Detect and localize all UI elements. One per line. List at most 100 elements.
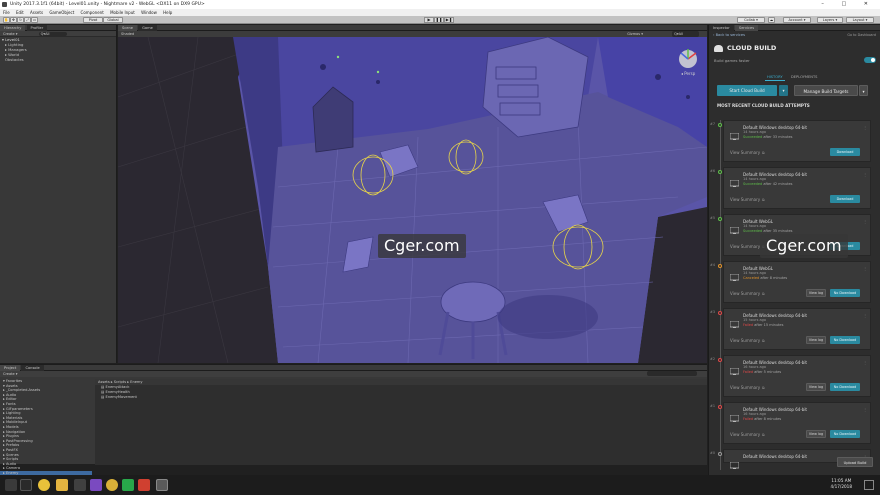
step-button[interactable]: ▶❚ xyxy=(444,17,454,23)
view-summary-link[interactable]: View Summary⧉ xyxy=(730,291,765,296)
menu-component[interactable]: Component xyxy=(81,10,104,15)
taskbar-date: 4/17/2018 xyxy=(830,484,852,489)
menu-file[interactable]: File xyxy=(3,10,10,15)
tab-deployments[interactable]: DEPLOYMENTS xyxy=(791,75,817,79)
tab-services[interactable]: Services xyxy=(734,25,759,31)
hierarchy-search-input[interactable]: Q▾All xyxy=(38,32,68,36)
download-button[interactable]: No Download xyxy=(830,289,860,297)
task-view-icon[interactable] xyxy=(20,479,32,491)
menu-mobile-input[interactable]: Mobile Input xyxy=(110,10,135,15)
cloud-icon[interactable]: ☁ xyxy=(768,17,775,23)
attempt-number: #2 xyxy=(710,357,715,361)
windows-platform-icon xyxy=(729,219,740,234)
build-attempt-card: Default Windows desktop 64-bit ⋮ 16 hours … xyxy=(723,355,871,397)
pause-button[interactable]: ❚❚ xyxy=(434,17,444,23)
shading-mode-dropdown[interactable]: Shaded xyxy=(121,32,134,36)
close-window-button[interactable]: ✕ xyxy=(864,1,876,7)
asset-file[interactable]: ▤ EnemyMovement xyxy=(101,395,707,400)
play-button[interactable]: ▶ xyxy=(424,17,434,23)
rect-tool-button[interactable]: ▭ xyxy=(31,17,38,23)
more-options-icon[interactable]: ⋮ xyxy=(863,125,867,130)
build-attempt-card: Default Windows desktop 64-bit ⋮ 16 hours … xyxy=(723,402,871,444)
more-options-icon[interactable]: ⋮ xyxy=(863,266,867,271)
manage-targets-dropdown-arrow[interactable]: ▾ xyxy=(859,85,868,96)
external-link-icon: ⧉ xyxy=(762,433,765,437)
scene-render[interactable]: ◂ Persp xyxy=(118,37,707,363)
project-create-dropdown[interactable]: Create ▾ xyxy=(3,372,18,376)
view-summary-link[interactable]: View Summary⧉ xyxy=(730,150,765,155)
rotate-tool-button[interactable]: ↻ xyxy=(17,17,24,23)
view-log-button[interactable]: View log xyxy=(806,383,826,391)
dashboard-link[interactable]: Go to Dashboard xyxy=(847,33,876,37)
layout-dropdown[interactable]: Layout ▾ xyxy=(846,17,874,23)
view-summary-link[interactable]: View Summary⧉ xyxy=(730,432,765,437)
menu-window[interactable]: Window xyxy=(141,10,157,15)
more-options-icon[interactable]: ⋮ xyxy=(863,360,867,365)
status-duration: after 35 minutes xyxy=(762,229,793,233)
global-toggle[interactable]: Global xyxy=(103,17,123,23)
red-app-icon[interactable] xyxy=(138,479,150,491)
chrome-icon[interactable] xyxy=(38,479,50,491)
view-summary-link[interactable]: View Summary⧉ xyxy=(730,338,765,343)
status-word: Failed xyxy=(743,417,754,421)
minimize-button[interactable]: – xyxy=(821,1,832,7)
pivot-toggle[interactable]: Pivot xyxy=(83,17,103,23)
status-duration: after 5 minutes xyxy=(753,370,782,374)
scene-view-panel[interactable]: Scene Game Shaded Gizmos ▾ Q▾All ◂ Persp xyxy=(118,25,707,363)
status-word: Succeeded xyxy=(743,135,763,139)
maximize-button[interactable]: □ xyxy=(841,1,854,7)
download-button[interactable]: Download xyxy=(830,195,860,203)
view-log-button[interactable]: View log xyxy=(806,289,826,297)
layers-dropdown[interactable]: Layers ▾ xyxy=(817,17,843,23)
download-button[interactable]: No Download xyxy=(830,336,860,344)
unity-hub-icon[interactable] xyxy=(74,479,86,491)
timeline-dot xyxy=(718,217,722,221)
windows-start-icon[interactable] xyxy=(5,479,17,491)
account-dropdown[interactable]: Account ▾ xyxy=(783,17,811,23)
visual-studio-icon[interactable] xyxy=(90,479,102,491)
collab-dropdown[interactable]: Collab ▾ xyxy=(737,17,765,23)
project-search-input[interactable] xyxy=(647,371,697,376)
start-build-dropdown-arrow[interactable]: ▾ xyxy=(779,85,788,96)
download-button[interactable]: Download xyxy=(830,148,860,156)
view-summary-link[interactable]: View Summary⧉ xyxy=(730,385,765,390)
unity-editor-icon[interactable] xyxy=(156,479,168,491)
more-options-icon[interactable]: ⋮ xyxy=(863,219,867,224)
hierarchy-create-dropdown[interactable]: Create ▾ xyxy=(3,32,18,36)
tab-inspector[interactable]: Inspector xyxy=(709,25,734,31)
status-duration: after 15 minutes xyxy=(753,323,784,327)
green-app-icon[interactable] xyxy=(122,479,134,491)
cloud-build-title: CLOUD BUILD xyxy=(727,44,777,52)
more-options-icon[interactable]: ⋮ xyxy=(863,313,867,318)
download-button[interactable]: No Download xyxy=(830,430,860,438)
notifications-icon[interactable] xyxy=(864,480,874,490)
windows-platform-icon xyxy=(729,266,740,281)
manage-build-targets-button[interactable]: Manage Build Targets xyxy=(794,85,858,96)
timeline-dot xyxy=(718,452,722,456)
back-to-services-link[interactable]: ‹ Back to services xyxy=(713,33,745,37)
view-summary-link[interactable]: View Summary⧉ xyxy=(730,197,765,202)
tab-history[interactable]: HISTORY xyxy=(767,75,783,79)
cloud-build-toggle[interactable] xyxy=(864,57,876,63)
menu-edit[interactable]: Edit xyxy=(16,10,24,15)
build-attempt-card: Default WebGL ⋮ 14 hours ago Canceled after… xyxy=(723,261,871,303)
menu-gameobject[interactable]: GameObject xyxy=(49,10,74,15)
build-time: 14 hours ago xyxy=(743,271,767,275)
start-cloud-build-button[interactable]: Start Cloud Build xyxy=(717,85,777,96)
hierarchy-item-obstacles[interactable]: Obstacles xyxy=(0,57,116,62)
chrome-canary-icon[interactable] xyxy=(106,479,118,491)
view-log-button[interactable]: View log xyxy=(806,336,826,344)
hand-tool-button[interactable]: ✋ xyxy=(3,17,10,23)
scale-tool-button[interactable]: ⤢ xyxy=(24,17,31,23)
more-options-icon[interactable]: ⋮ xyxy=(863,172,867,177)
menu-help[interactable]: Help xyxy=(163,10,172,15)
move-tool-button[interactable]: ✥ xyxy=(10,17,17,23)
download-button[interactable]: No Download xyxy=(830,383,860,391)
menu-assets[interactable]: Assets xyxy=(30,10,43,15)
view-log-button[interactable]: View log xyxy=(806,430,826,438)
file-explorer-icon[interactable] xyxy=(56,479,68,491)
tab-console[interactable]: Console xyxy=(21,365,44,371)
attempt-number: #1 xyxy=(710,404,715,408)
more-options-icon[interactable]: ⋮ xyxy=(863,407,867,412)
upload-build-button[interactable]: Upload Build xyxy=(837,457,873,467)
